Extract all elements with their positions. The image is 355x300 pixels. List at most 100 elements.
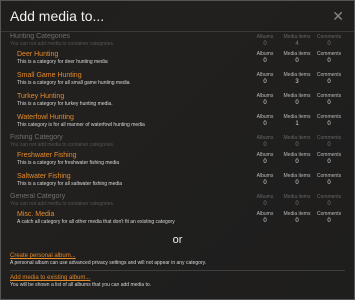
container-category-row: Fishing Category You can not add media to… (10, 134, 345, 151)
stat-albums: Albums 0 (249, 172, 281, 187)
stat-comments: Comments 0 (313, 134, 345, 149)
category-option[interactable]: Turkey Hunting This is a category for tur… (10, 92, 345, 113)
stat-comments: Comments 0 (313, 92, 345, 107)
stat-value: 0 (263, 201, 267, 207)
category-option-desc: A catch all category for all other media… (17, 219, 175, 225)
category-option-desc: This is a category for deer hunting medi… (17, 59, 108, 65)
stat-media-items: Media items 1 (281, 113, 313, 128)
existing-album-action: Add media to existing album... You will … (1, 274, 354, 288)
stat-albums: Albums 0 (249, 134, 281, 149)
stat-media-items: Media items 0 (281, 193, 313, 208)
stat-comments: Comments 0 (313, 210, 345, 225)
stat-value: 0 (295, 159, 299, 165)
category-option[interactable]: Freshwater Fishing This is a category for… (10, 151, 345, 172)
stat-albums: Albums 0 (249, 92, 281, 107)
stat-value: 0 (327, 218, 331, 224)
create-album-desc: A personal album can use advanced privac… (10, 260, 207, 266)
stat-comments: Comments 0 (313, 33, 345, 48)
stat-albums: Albums 0 (249, 210, 281, 225)
stat-media-items: Media items 3 (281, 71, 313, 86)
category-option-desc: This is a category for freshwater fishin… (17, 160, 119, 166)
category-option-name[interactable]: Freshwater Fishing (17, 151, 249, 160)
stat-comments: Comments 0 (313, 151, 345, 166)
category-option[interactable]: Misc. Media A catch all category for all … (10, 210, 345, 231)
category-desc: You can not add media to container categ… (10, 142, 115, 148)
stat-value: 0 (295, 201, 299, 207)
category-name: Hunting Categories (10, 33, 70, 40)
close-icon[interactable]: ✕ (332, 8, 344, 25)
stat-value: 0 (327, 100, 331, 106)
container-category-row: Hunting Categories You can not add media … (10, 33, 345, 50)
stat-albums: Albums 0 (249, 113, 281, 128)
stat-comments: Comments 0 (313, 113, 345, 128)
stat-value: 0 (295, 100, 299, 106)
category-name: General Category (10, 193, 66, 200)
stat-media-items: Media items 0 (281, 151, 313, 166)
stat-comments: Comments 0 (313, 50, 345, 65)
category-option-name[interactable]: Misc. Media (17, 210, 249, 219)
category-option[interactable]: Saltwater Fishing This is a category for … (10, 172, 345, 193)
stat-albums: Albums 0 (249, 193, 281, 208)
stat-value: 0 (327, 180, 331, 186)
stat-comments: Comments 0 (313, 172, 345, 187)
create-album-link[interactable]: Create personal album... (10, 252, 345, 260)
category-option[interactable]: Small Game Hunting This is a category for… (10, 71, 345, 92)
dialog-title: Add media to... (10, 8, 105, 24)
stat-value: 0 (295, 180, 299, 186)
create-album-action: Create personal album... A personal albu… (1, 252, 354, 266)
category-name: Fishing Category (10, 134, 63, 141)
stat-value: 0 (327, 58, 331, 64)
stat-value: 0 (263, 79, 267, 85)
category-option-name[interactable]: Waterfowl Hunting (17, 113, 249, 122)
stat-media-items: Media items 0 (281, 210, 313, 225)
stat-value: 0 (263, 180, 267, 186)
category-option-name[interactable]: Deer Hunting (17, 50, 249, 59)
category-option-name[interactable]: Turkey Hunting (17, 92, 249, 101)
divider (10, 270, 345, 271)
stat-value: 0 (327, 201, 331, 207)
existing-album-desc: You will be shown a list of all albums t… (10, 282, 152, 288)
stat-value: 0 (327, 79, 331, 85)
stat-value: 3 (295, 79, 299, 85)
category-desc: You can not add media to container categ… (10, 41, 115, 47)
stat-value: 1 (295, 121, 299, 127)
stat-media-items: Media items 0 (281, 50, 313, 65)
category-option[interactable]: Deer Hunting This is a category for deer … (10, 50, 345, 71)
category-desc: You can not add media to container categ… (10, 201, 115, 207)
stat-albums: Albums 0 (249, 33, 281, 48)
category-option[interactable]: Waterfowl Hunting This category is for al… (10, 113, 345, 134)
existing-album-link[interactable]: Add media to existing album... (10, 274, 345, 282)
stat-albums: Albums 0 (249, 71, 281, 86)
container-category-row: General Category You can not add media to… (10, 193, 345, 210)
stat-comments: Comments 0 (313, 71, 345, 86)
stat-value: 0 (327, 159, 331, 165)
stat-value: 0 (295, 218, 299, 224)
dialog-header: Add media to... ✕ (1, 1, 354, 32)
stat-value: 0 (327, 41, 331, 47)
stat-albums: Albums 0 (249, 50, 281, 65)
category-list: Hunting Categories You can not add media … (1, 32, 354, 231)
stat-media-items: Media items 0 (281, 172, 313, 187)
stat-value: 0 (327, 121, 331, 127)
stat-albums: Albums 0 (249, 151, 281, 166)
stat-value: 0 (263, 100, 267, 106)
category-option-desc: This is a category for all saltwater fis… (17, 181, 123, 187)
or-separator: or (172, 234, 183, 246)
stat-value: 0 (295, 58, 299, 64)
stat-value: 0 (263, 121, 267, 127)
category-option-name[interactable]: Small Game Hunting (17, 71, 249, 80)
category-option-desc: This category is for all manner of water… (17, 122, 145, 128)
stat-value: 0 (327, 142, 331, 148)
stat-value: 0 (295, 142, 299, 148)
stat-value: 4 (295, 41, 299, 47)
stat-value: 0 (263, 218, 267, 224)
stat-value: 0 (263, 58, 267, 64)
category-option-desc: This is a category for all small game hu… (17, 80, 130, 86)
stat-value: 0 (263, 142, 267, 148)
stat-media-items: Media items 0 (281, 134, 313, 149)
stat-comments: Comments 0 (313, 193, 345, 208)
category-option-name[interactable]: Saltwater Fishing (17, 172, 249, 181)
add-media-dialog: Add media to... ✕ Hunting Categories You … (0, 0, 355, 300)
stat-value: 0 (263, 159, 267, 165)
stat-value: 0 (263, 41, 267, 47)
